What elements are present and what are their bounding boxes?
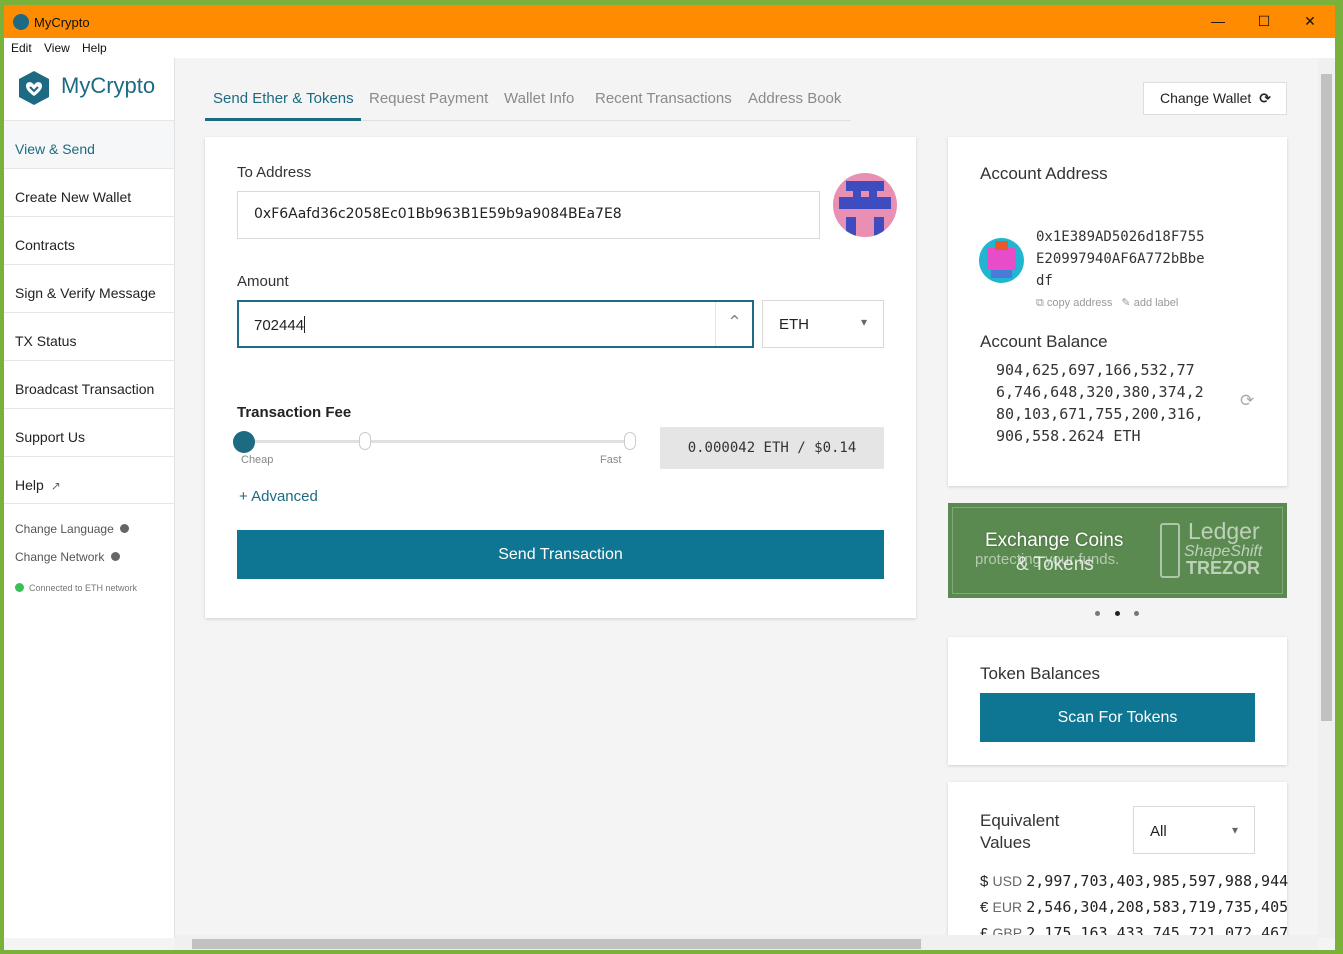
- arrow-circle-icon: [120, 524, 130, 533]
- sidebar: MyCrypto View & Send Create New Wallet C…: [4, 58, 175, 938]
- sidebar-item-create-wallet[interactable]: Create New Wallet: [4, 168, 174, 216]
- sidebar-item-broadcast[interactable]: Broadcast Transaction: [4, 360, 174, 408]
- caret-down-icon: ▾: [1232, 823, 1239, 837]
- sidebar-item-help-label: Help: [15, 477, 44, 493]
- menu-bar: Edit View Help: [4, 38, 1335, 58]
- vertical-scrollbar-thumb[interactable]: [1321, 74, 1332, 721]
- change-wallet-button[interactable]: Change Wallet ⟳: [1143, 82, 1287, 115]
- fee-fast-label: Fast: [600, 454, 622, 466]
- app-window: MyCrypto — ☐ ✕ Edit View Help MyCrypto V…: [4, 5, 1335, 950]
- fee-slider-handle[interactable]: [233, 431, 255, 453]
- amount-input[interactable]: 702444 ⌃: [237, 300, 754, 348]
- sidebar-item-sign-verify[interactable]: Sign & Verify Message: [4, 264, 174, 312]
- recipient-identicon: [833, 173, 897, 237]
- menu-view[interactable]: View: [44, 41, 70, 55]
- account-balance-title: Account Balance: [980, 332, 1108, 351]
- amount-label: Amount: [237, 273, 289, 290]
- shield-icon: [1160, 523, 1180, 578]
- sidebar-item-contracts[interactable]: Contracts: [4, 216, 174, 264]
- arrow-circle-icon: [110, 552, 120, 561]
- refresh-icon: ⟳: [1259, 90, 1271, 106]
- unit-select[interactable]: ETH ▾: [762, 300, 884, 348]
- close-button[interactable]: ✕: [1287, 5, 1333, 38]
- network-status: Connected to ETH network: [15, 583, 137, 593]
- account-identicon: [979, 238, 1024, 283]
- amount-value: 702444: [254, 317, 305, 334]
- currency-row-usd: $ USD 2,997,703,403,985,597,988,944: [980, 872, 1289, 890]
- to-address-label: To Address: [237, 164, 312, 181]
- change-language-label: Change Language: [15, 522, 114, 536]
- fee-slider-tick: [624, 432, 636, 450]
- sidebar-item-support[interactable]: Support Us: [4, 408, 174, 456]
- maximize-button[interactable]: ☐: [1241, 5, 1287, 38]
- refresh-balance-icon[interactable]: ⟳: [1240, 391, 1254, 411]
- app-logo-icon: [13, 14, 29, 30]
- external-link-icon: ↗: [50, 479, 61, 493]
- copy-address-link[interactable]: ⧉ copy address: [1036, 297, 1112, 309]
- menu-edit[interactable]: Edit: [11, 41, 32, 55]
- sidebar-item-help[interactable]: Help ↗: [4, 456, 174, 504]
- currency-filter-select[interactable]: All ▾: [1133, 806, 1255, 854]
- trezor-logo: TREZOR: [1186, 558, 1260, 578]
- title-bar[interactable]: MyCrypto — ☐ ✕: [4, 5, 1335, 38]
- unit-value: ETH: [779, 316, 809, 333]
- token-balances-title: Token Balances: [980, 664, 1101, 683]
- fee-slider-tick: [359, 432, 371, 450]
- mycrypto-logo-icon: [19, 71, 49, 105]
- sidebar-item-view-send[interactable]: View & Send: [4, 120, 174, 168]
- currency-row-eur: € EUR 2,546,304,208,583,719,735,405: [980, 898, 1289, 916]
- advanced-link[interactable]: + Advanced: [239, 488, 318, 505]
- fee-value-display: 0.000042 ETH / $0.14: [660, 427, 884, 469]
- change-network-link[interactable]: Change Network: [15, 550, 120, 564]
- caret-down-icon: ▾: [861, 315, 868, 329]
- carousel-dot[interactable]: [1095, 611, 1100, 616]
- brand-name: MyCrypto: [61, 73, 156, 98]
- transaction-fee-label: Transaction Fee: [237, 404, 352, 421]
- window-title: MyCrypto: [34, 15, 90, 30]
- tab-send-ether-tokens[interactable]: Send Ether & Tokens: [213, 90, 354, 107]
- banner-headline: Exchange Coins: [985, 530, 1124, 551]
- scan-for-tokens-button[interactable]: Scan For Tokens: [980, 693, 1255, 742]
- change-wallet-label: Change Wallet: [1160, 90, 1252, 106]
- account-address-title: Account Address: [980, 164, 1108, 183]
- ledger-logo: Ledger: [1188, 518, 1260, 544]
- account-balance: 904,625,697,166,532,77 6,746,648,320,380…: [996, 361, 1204, 445]
- tab-wallet-info[interactable]: Wallet Info: [504, 90, 574, 107]
- address-actions: ⧉ copy address ✎ add label: [1036, 296, 1178, 310]
- tab-request-payment[interactable]: Request Payment: [369, 90, 488, 107]
- fee-cheap-label: Cheap: [241, 454, 274, 466]
- change-network-label: Change Network: [15, 550, 105, 564]
- horizontal-scrollbar-thumb[interactable]: [192, 939, 921, 949]
- carousel-dot[interactable]: [1134, 611, 1139, 616]
- send-transaction-button[interactable]: Send Transaction: [237, 530, 884, 579]
- fee-slider-track[interactable]: [244, 440, 631, 443]
- double-chevron-up-icon[interactable]: ⌃: [727, 312, 742, 333]
- banner-headline-2: & Tokens: [1016, 554, 1094, 575]
- menu-help[interactable]: Help: [82, 41, 107, 55]
- promo-banner[interactable]: protecting your funds. Exchange Coins & …: [948, 503, 1287, 598]
- carousel-dot-active[interactable]: [1115, 611, 1120, 616]
- minimize-button[interactable]: —: [1195, 5, 1241, 38]
- account-address: 0x1E389AD5026d18F755 E20997940AF6A772bBb…: [1036, 229, 1205, 289]
- status-dot-icon: [15, 583, 24, 592]
- to-address-input[interactable]: 0xF6Aafd36c2058Ec01Bb963B1E59b9a9084BEa7…: [237, 191, 820, 239]
- app-content: MyCrypto View & Send Create New Wallet C…: [4, 58, 1335, 950]
- copy-icon: ⧉: [1036, 297, 1044, 309]
- pencil-icon: ✎: [1121, 297, 1131, 309]
- add-label-link[interactable]: ✎ add label: [1121, 297, 1178, 309]
- sidebar-item-tx-status[interactable]: TX Status: [4, 312, 174, 360]
- tab-bar: Send Ether & Tokens Request Payment Wall…: [205, 80, 851, 121]
- equivalent-values-title: Equivalent Values: [980, 811, 1060, 852]
- network-status-label: Connected to ETH network: [29, 583, 138, 593]
- active-tab-indicator: [205, 118, 361, 121]
- change-language-link[interactable]: Change Language: [15, 522, 130, 536]
- currency-filter-value: All: [1150, 823, 1167, 840]
- tab-recent-transactions[interactable]: Recent Transactions: [595, 90, 732, 107]
- tab-address-book[interactable]: Address Book: [748, 90, 841, 107]
